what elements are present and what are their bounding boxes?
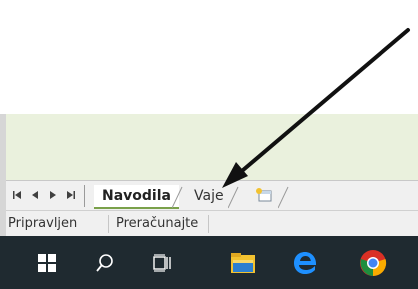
annotation-arrow	[222, 28, 410, 188]
